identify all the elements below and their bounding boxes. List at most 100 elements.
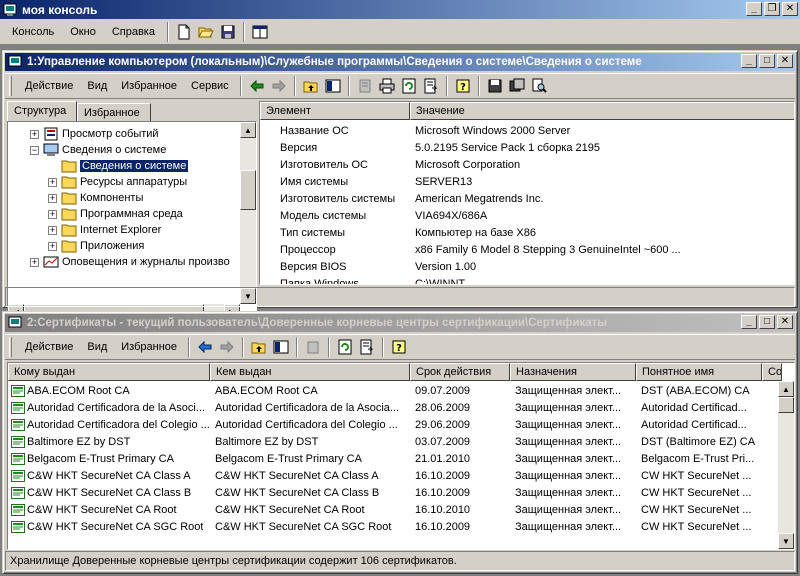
menu-tools[interactable]: Сервис	[184, 78, 236, 94]
tab-structure[interactable]: Структура	[7, 101, 77, 121]
list-item[interactable]: Версия 5.0.2195 Service Pack 1 сборка 219…	[260, 139, 790, 156]
toolbar-gripper[interactable]	[9, 337, 12, 357]
list-item[interactable]: Изготовитель ОС Microsoft Corporation	[260, 156, 790, 173]
delete-icon[interactable]	[302, 336, 324, 358]
new-window-icon[interactable]	[249, 21, 271, 43]
toolbar-gripper[interactable]	[9, 76, 12, 96]
tree-vertical-scrollbar[interactable]: ▲ ▼	[240, 122, 256, 304]
table-row[interactable]: ABA.ECOM Root CA ABA.ECOM Root CA 09.07.20…	[8, 382, 762, 399]
system-info-window-titlebar[interactable]: 1:Управление компьютером (локальным)\Слу…	[5, 53, 795, 71]
print-icon[interactable]	[376, 75, 398, 97]
menu-action[interactable]: Действие	[18, 339, 80, 355]
tree-item[interactable]: + Программная среда	[48, 206, 183, 222]
scroll-down-button[interactable]: ▼	[778, 533, 794, 549]
list-item[interactable]: Изготовитель системы American Megatrends …	[260, 190, 790, 207]
column-header[interactable]: Кем выдан	[210, 363, 410, 381]
column-header[interactable]: Срок действия	[410, 363, 510, 381]
list-item[interactable]: Версия BIOS Version 1.00	[260, 258, 790, 275]
tree-item[interactable]: + Компоненты	[48, 190, 143, 206]
restore-button[interactable]: ❐	[764, 2, 780, 16]
export-list-icon[interactable]	[420, 75, 442, 97]
tree-expander-button[interactable]: +	[48, 241, 57, 251]
table-row[interactable]: C&W HKT SecureNet CA Class A C&W HKT Secu…	[8, 467, 762, 484]
open-report-icon[interactable]	[506, 75, 528, 97]
column-header-item[interactable]: Элемент	[260, 102, 410, 120]
column-header[interactable]: Со	[762, 363, 782, 381]
column-header[interactable]: Назначения	[510, 363, 636, 381]
certificates-vertical-scrollbar[interactable]: ▲ ▼	[778, 381, 794, 549]
window-icon[interactable]	[7, 54, 23, 70]
refresh-icon[interactable]	[398, 75, 420, 97]
list-item[interactable]: Процессор x86 Family 6 Model 8 Stepping 3…	[260, 241, 790, 258]
column-header[interactable]: Понятное имя	[636, 363, 762, 381]
tree-item[interactable]: + Приложения	[48, 238, 144, 254]
tree-item[interactable]: + Оповещения и журналы произво	[30, 254, 230, 270]
tab-favorites[interactable]: Избранное	[77, 103, 151, 121]
show-tree-icon[interactable]	[270, 336, 292, 358]
close-button[interactable]: ✕	[777, 54, 793, 68]
table-row[interactable]: C&W HKT SecureNet CA Root C&W HKT SecureN…	[8, 501, 762, 518]
column-header[interactable]: Кому выдан	[8, 363, 210, 381]
scroll-up-button[interactable]: ▲	[778, 381, 794, 397]
help-icon[interactable]: ?	[452, 75, 474, 97]
maximize-button[interactable]: □	[759, 315, 775, 329]
scroll-up-button[interactable]: ▲	[240, 122, 256, 138]
list-item[interactable]: Имя системы SERVER13	[260, 173, 790, 190]
forward-arrow-icon[interactable]	[216, 336, 238, 358]
minimize-button[interactable]: _	[741, 315, 757, 329]
tree-expander-button[interactable]: +	[30, 257, 39, 267]
list-item[interactable]: Модель системы VIA694X/686A	[260, 207, 790, 224]
menu-view[interactable]: Вид	[80, 339, 114, 355]
list-item[interactable]: Тип системы Компьютер на базе X86	[260, 224, 790, 241]
menu-console[interactable]: Консоль	[4, 24, 62, 40]
open-folder-icon[interactable]	[195, 21, 217, 43]
table-row[interactable]: Baltimore EZ by DST Baltimore EZ by DST 03…	[8, 433, 762, 450]
up-folder-icon[interactable]	[248, 336, 270, 358]
menu-action[interactable]: Действие	[18, 78, 80, 94]
properties-icon[interactable]	[354, 75, 376, 97]
table-row[interactable]: Belgacom E-Trust Primary CA Belgacom E-Tr…	[8, 450, 762, 467]
maximize-button[interactable]: □	[759, 54, 775, 68]
back-arrow-icon[interactable]	[246, 75, 268, 97]
menu-window[interactable]: Окно	[62, 24, 104, 40]
menu-help[interactable]: Справка	[104, 24, 163, 40]
menu-view[interactable]: Вид	[80, 78, 114, 94]
menu-favorites[interactable]: Избранное	[114, 78, 184, 94]
tree-expander-button[interactable]: +	[48, 209, 57, 219]
back-arrow-icon[interactable]	[194, 336, 216, 358]
certificates-window-titlebar[interactable]: 2:Сертификаты - текущий пользователь\Дов…	[5, 314, 795, 332]
table-row[interactable]: C&W HKT SecureNet CA Class B C&W HKT Secu…	[8, 484, 762, 501]
save-report-icon[interactable]	[484, 75, 506, 97]
list-item[interactable]: Папка Windows C:\WINNT	[260, 275, 790, 285]
up-folder-icon[interactable]	[300, 75, 322, 97]
tree-item[interactable]: + Ресурсы аппаратуры	[48, 174, 187, 190]
console-app-icon[interactable]	[2, 2, 18, 18]
app-title-bar[interactable]: моя консоль _ ❐ ✕	[0, 0, 800, 19]
forward-arrow-icon[interactable]	[268, 75, 290, 97]
new-file-icon[interactable]	[173, 21, 195, 43]
tree-expander-button[interactable]: −	[30, 145, 39, 155]
minimize-button[interactable]: _	[746, 2, 762, 16]
refresh-icon[interactable]	[334, 336, 356, 358]
tree-expander-button[interactable]: +	[48, 177, 57, 187]
list-item[interactable]: Название ОС Microsoft Windows 2000 Server	[260, 122, 790, 139]
tree-item[interactable]: + Internet Explorer	[48, 222, 161, 238]
column-header-value[interactable]: Значение	[410, 102, 794, 120]
save-disk-icon[interactable]	[217, 21, 239, 43]
tree-expander-button[interactable]: +	[48, 193, 57, 203]
minimize-button[interactable]: _	[741, 54, 757, 68]
tree-item[interactable]: + Просмотр событий	[30, 126, 159, 142]
close-button[interactable]: ✕	[782, 2, 798, 16]
help-icon[interactable]: ?	[388, 336, 410, 358]
table-row[interactable]: Autoridad Certificadora del Colegio ... A…	[8, 416, 762, 433]
tree-item[interactable]: − Сведения о системе	[30, 142, 166, 158]
tree-item[interactable]: Сведения о системе	[48, 158, 189, 174]
tree-expander-button[interactable]: +	[48, 225, 57, 235]
window-icon[interactable]	[7, 315, 23, 331]
scroll-thumb[interactable]	[778, 397, 794, 413]
scroll-thumb[interactable]	[240, 170, 256, 210]
menu-favorites[interactable]: Избранное	[114, 339, 184, 355]
close-button[interactable]: ✕	[777, 315, 793, 329]
export-list-icon[interactable]	[356, 336, 378, 358]
show-tree-icon[interactable]	[322, 75, 344, 97]
